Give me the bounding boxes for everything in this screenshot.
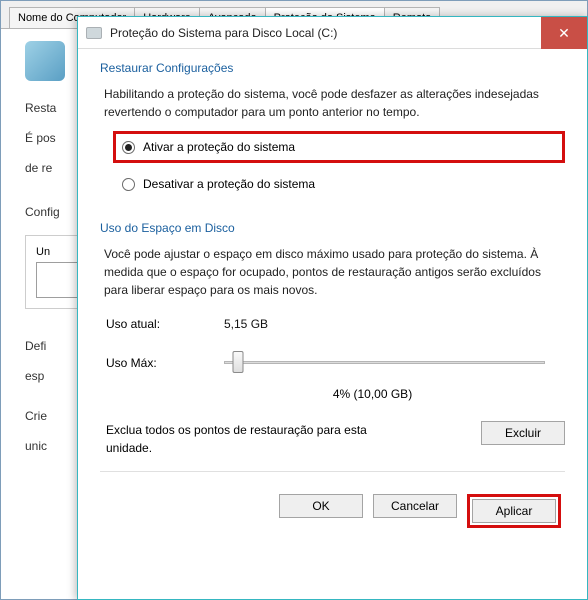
highlight-enable-option: Ativar a proteção do sistema <box>113 131 565 163</box>
shield-icon <box>25 41 65 81</box>
slider-thumb[interactable] <box>232 351 243 373</box>
radio-enable-protection[interactable]: Ativar a proteção do sistema <box>122 140 502 154</box>
close-button[interactable]: ✕ <box>541 17 587 49</box>
drive-icon <box>86 27 102 39</box>
dialog-button-row: OK Cancelar Aplicar <box>100 494 565 528</box>
protection-radio-group: Ativar a proteção do sistema Desativar a… <box>100 131 565 191</box>
max-usage-row: Uso Máx: <box>100 351 565 375</box>
delete-button[interactable]: Excluir <box>481 421 565 445</box>
slider-caption: 4% (10,00 GB) <box>100 387 565 401</box>
dialog-body: Restaurar Configurações Habilitando a pr… <box>78 49 587 538</box>
radio-icon <box>122 141 135 154</box>
dialog-titlebar: Proteção do Sistema para Disco Local (C:… <box>78 17 587 49</box>
disk-usage-heading: Uso do Espaço em Disco <box>100 221 565 235</box>
apply-button[interactable]: Aplicar <box>472 499 556 523</box>
max-usage-slider[interactable] <box>224 351 565 375</box>
max-usage-label: Uso Máx: <box>106 356 224 370</box>
radio-enable-label: Ativar a proteção do sistema <box>143 140 295 154</box>
ok-button[interactable]: OK <box>279 494 363 518</box>
radio-disable-protection[interactable]: Desativar a proteção do sistema <box>122 177 565 191</box>
restore-settings-heading: Restaurar Configurações <box>100 61 565 75</box>
radio-icon <box>122 178 135 191</box>
restore-settings-description: Habilitando a proteção do sistema, você … <box>100 85 565 121</box>
close-icon: ✕ <box>558 25 570 42</box>
disk-usage-description: Você pode ajustar o espaço em disco máxi… <box>100 245 565 299</box>
delete-restore-points-row: Exclua todos os pontos de restauração pa… <box>100 421 565 457</box>
highlight-apply-button: Aplicar <box>467 494 561 528</box>
radio-disable-label: Desativar a proteção do sistema <box>143 177 315 191</box>
slider-track <box>224 361 545 364</box>
cancel-button[interactable]: Cancelar <box>373 494 457 518</box>
delete-description: Exclua todos os pontos de restauração pa… <box>106 421 406 457</box>
dialog-title: Proteção do Sistema para Disco Local (C:… <box>110 26 337 40</box>
current-usage-value: 5,15 GB <box>224 317 268 331</box>
current-usage-row: Uso atual: 5,15 GB <box>100 317 565 331</box>
separator <box>100 471 565 472</box>
current-usage-label: Uso atual: <box>106 317 224 331</box>
system-protection-dialog: Proteção do Sistema para Disco Local (C:… <box>77 16 588 600</box>
